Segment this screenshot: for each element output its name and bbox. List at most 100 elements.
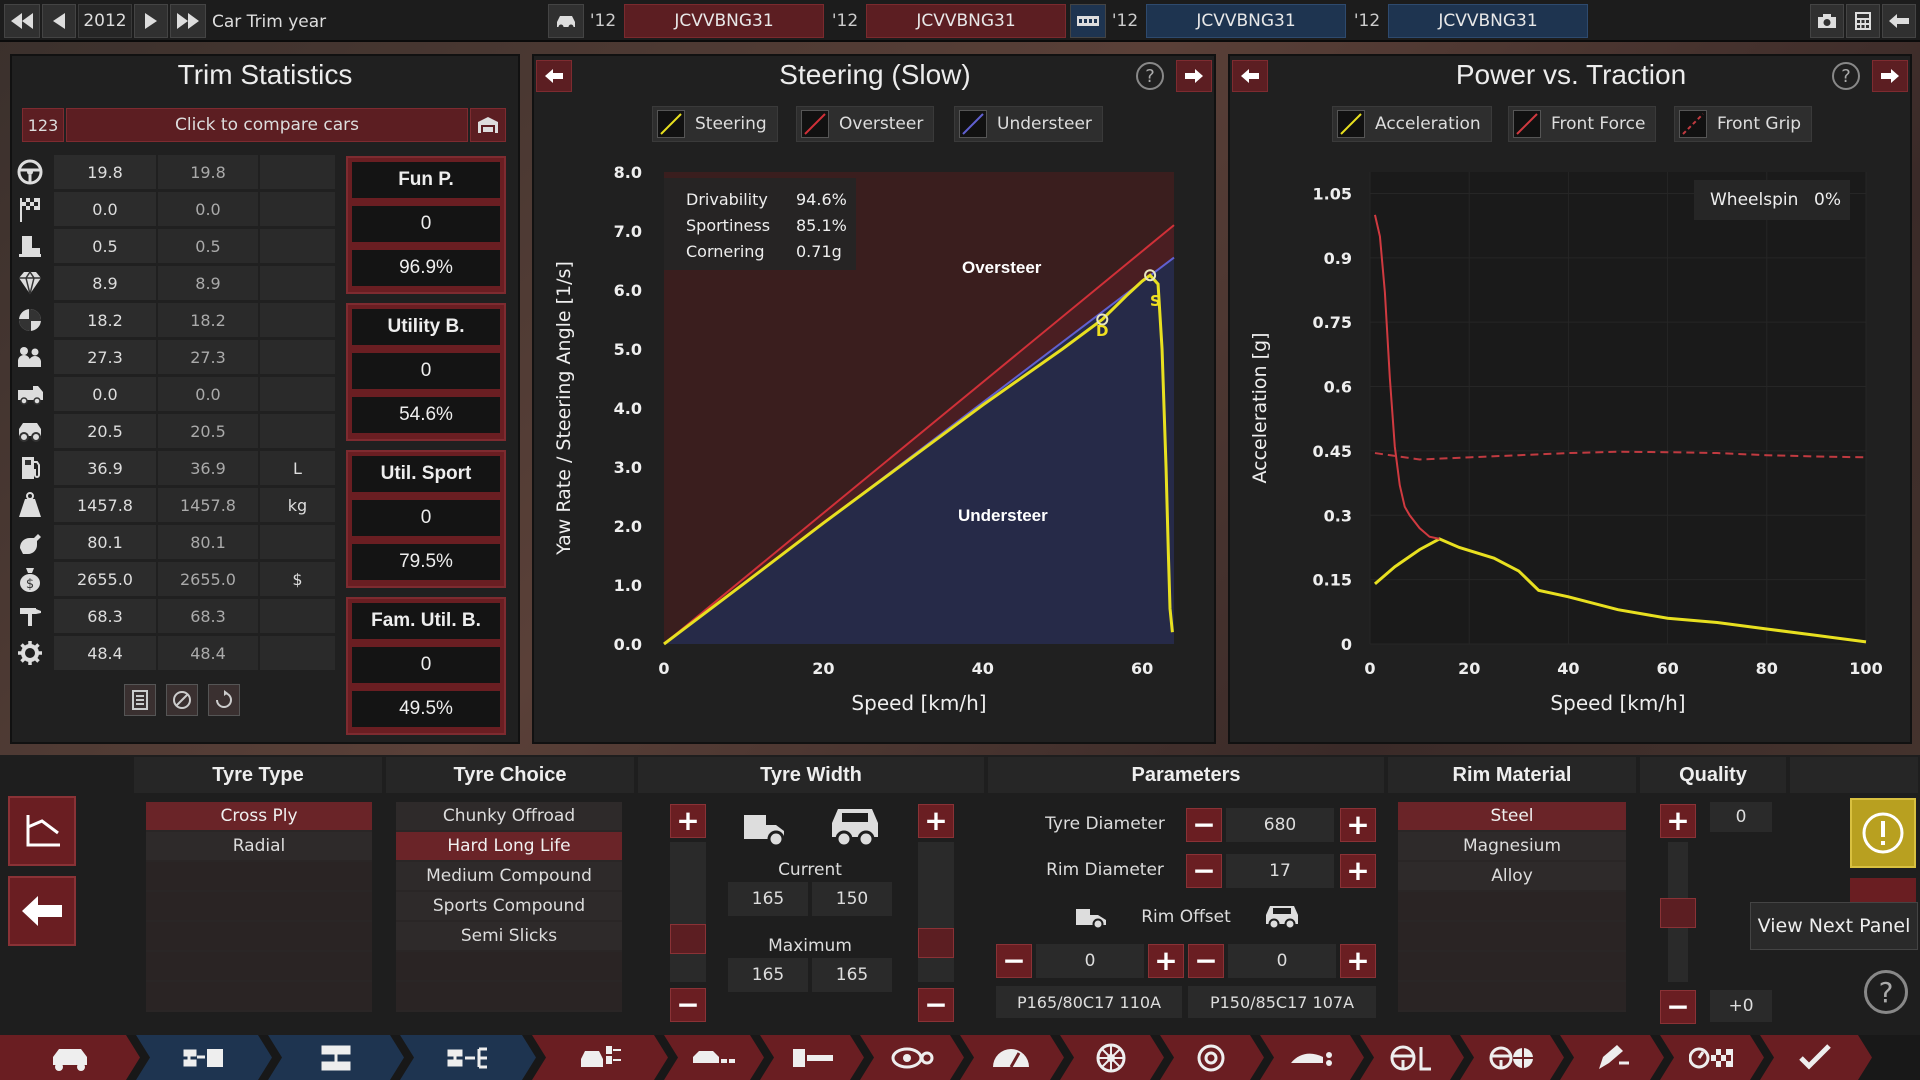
tyre-diameter-plus-button[interactable]: + (1340, 808, 1376, 842)
rear-width-slider-handle[interactable] (918, 928, 954, 958)
brake-icon[interactable] (1160, 1035, 1264, 1080)
rear-width-minus-button[interactable]: − (918, 988, 954, 1022)
stat-row: 0.5 0.5 (10, 228, 335, 264)
front-width-slider-handle[interactable] (670, 924, 706, 954)
exhaust-icon[interactable] (760, 1035, 864, 1080)
wheel-alignment-icon[interactable] (1460, 1035, 1564, 1080)
camera-icon[interactable] (1810, 4, 1844, 38)
tyre-diameter-value[interactable]: 680 (1226, 808, 1334, 842)
exit-arrow-icon[interactable] (1882, 4, 1916, 38)
list-item[interactable]: Alloy (1398, 862, 1626, 890)
steering-help-icon[interactable]: ? (1136, 62, 1164, 90)
legend-understeer-swatch (959, 110, 987, 138)
reset-icon[interactable] (208, 684, 240, 716)
legend-understeer[interactable]: Understeer (954, 106, 1103, 142)
rewind-icon[interactable] (4, 4, 40, 38)
fuel-system-icon[interactable] (960, 1035, 1064, 1080)
x-tick-label: 60 (1131, 659, 1153, 678)
clear-icon[interactable] (166, 684, 198, 716)
power-next-arrow-icon[interactable] (1872, 60, 1908, 92)
legend-front-force[interactable]: Front Force (1508, 106, 1657, 142)
next-panel-button[interactable] (1850, 878, 1916, 902)
steering-setup-icon[interactable] (1360, 1035, 1464, 1080)
notes-icon[interactable] (124, 684, 156, 716)
steering-stat-label: Drivability (686, 190, 768, 209)
list-item-empty (396, 982, 622, 1010)
calculator-icon[interactable] (1846, 4, 1880, 38)
y-tick-label: 0.3 (1324, 506, 1352, 525)
confirm-check-icon[interactable] (1760, 1035, 1872, 1080)
slot-1-button[interactable]: JCVVBNG31 (624, 4, 824, 38)
power-help-icon[interactable]: ? (1832, 62, 1860, 90)
rim-offset-front-value[interactable]: 0 (1036, 944, 1144, 978)
garage-icon[interactable] (470, 108, 506, 142)
rim-offset-rear-minus-button[interactable]: − (1188, 944, 1224, 978)
rim-offset-rear-plus-button[interactable]: + (1340, 944, 1376, 978)
rear-width-slider[interactable] (918, 842, 954, 982)
tyre-diameter-label: Tyre Diameter (1045, 814, 1165, 834)
testing-icon[interactable] (1660, 1035, 1764, 1080)
stat-row: 19.8 19.8 (10, 154, 335, 190)
warning-icon[interactable] (1850, 798, 1916, 868)
engine-icon[interactable] (664, 1035, 764, 1080)
y-tick-label: 3.0 (614, 458, 642, 477)
current-front-width: 165 (728, 882, 808, 916)
compare-cars-button[interactable]: Click to compare cars (66, 108, 468, 142)
suspension-icon[interactable] (268, 1035, 404, 1080)
back-arrow-icon[interactable] (8, 876, 76, 946)
trim-icon[interactable] (532, 1035, 668, 1080)
axis-tool-icon[interactable] (8, 796, 76, 866)
stat-compare-value: 1457.8 (158, 488, 258, 522)
prev-year-icon[interactable] (42, 4, 76, 38)
tyre-diameter-minus-button[interactable]: − (1186, 808, 1222, 842)
list-item[interactable]: Hard Long Life (396, 832, 622, 860)
drivetrain-icon[interactable] (400, 1035, 536, 1080)
rim-offset-front-minus-button[interactable]: − (996, 944, 1032, 978)
wheel-icon[interactable] (1060, 1035, 1164, 1080)
help-icon[interactable]: ? (1864, 970, 1908, 1014)
car-slot-icon[interactable] (548, 4, 584, 38)
legend-steering[interactable]: Steering (652, 106, 778, 142)
steering-prev-arrow-icon[interactable] (536, 60, 572, 92)
list-item[interactable]: Radial (146, 832, 372, 860)
legend-acceleration[interactable]: Acceleration (1332, 106, 1492, 142)
legend-front-force-label: Front Force (1551, 114, 1646, 134)
front-width-plus-button[interactable]: + (670, 804, 706, 838)
quality-minus-button[interactable]: − (1660, 990, 1696, 1024)
rim-diameter-value[interactable]: 17 (1226, 854, 1334, 888)
next-year-icon[interactable] (134, 4, 168, 38)
list-item[interactable]: Steel (1398, 802, 1626, 830)
front-width-slider[interactable] (670, 842, 706, 982)
list-item[interactable]: Chunky Offroad (396, 802, 622, 830)
power-prev-arrow-icon[interactable] (1232, 60, 1268, 92)
rim-offset-front-plus-button[interactable]: + (1148, 944, 1184, 978)
rim-diameter-minus-button[interactable]: − (1186, 854, 1222, 888)
compare-number[interactable]: 123 (22, 108, 64, 142)
legend-oversteer[interactable]: Oversteer (796, 106, 935, 142)
tuning-pen-icon[interactable] (1560, 1035, 1664, 1080)
list-item[interactable]: Magnesium (1398, 832, 1626, 860)
rating-percent: 54.6% (352, 397, 500, 433)
aero-icon[interactable] (1260, 1035, 1364, 1080)
fast-forward-icon[interactable] (170, 4, 206, 38)
turbo-icon[interactable] (860, 1035, 964, 1080)
list-item[interactable]: Semi Slicks (396, 922, 622, 950)
slot-2-button[interactable]: JCVVBNG31 (866, 4, 1066, 38)
slot-3-button[interactable]: JCVVBNG31 (1146, 4, 1346, 38)
front-width-minus-button[interactable]: − (670, 988, 706, 1022)
list-item[interactable]: Sports Compound (396, 892, 622, 920)
steering-title: Steering (Slow) (779, 59, 971, 90)
compare-slot-icon[interactable] (1070, 4, 1106, 38)
rim-diameter-plus-button[interactable]: + (1340, 854, 1376, 888)
legend-front-grip[interactable]: Front Grip (1674, 106, 1813, 142)
rear-width-plus-button[interactable]: + (918, 804, 954, 838)
quality-plus-button[interactable]: + (1660, 804, 1696, 838)
rim-offset-rear-value[interactable]: 0 (1228, 944, 1336, 978)
car-body-icon[interactable] (0, 1035, 140, 1080)
list-item[interactable]: Medium Compound (396, 862, 622, 890)
slot-4-button[interactable]: JCVVBNG31 (1388, 4, 1588, 38)
list-item[interactable]: Cross Ply (146, 802, 372, 830)
chassis-icon[interactable] (136, 1035, 272, 1080)
steering-next-arrow-icon[interactable] (1176, 60, 1212, 92)
quality-slider-handle[interactable] (1660, 898, 1696, 928)
